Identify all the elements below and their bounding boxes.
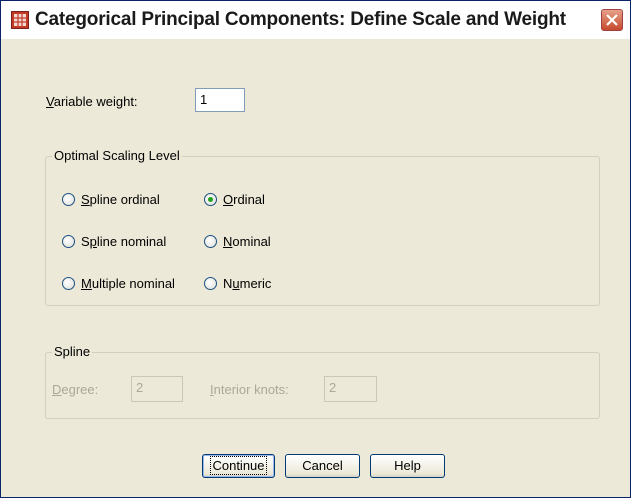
radio-spline-ordinal[interactable]: Spline ordinal [62,192,160,207]
radio-button-icon[interactable] [62,235,75,248]
radio-ordinal[interactable]: Ordinal [204,192,265,207]
help-button[interactable]: Help [370,454,445,478]
optimal-scaling-group: Optimal Scaling Level Spline ordinal Ord… [45,148,600,306]
window-title: Categorical Principal Components: Define… [35,9,566,30]
continue-button[interactable]: Continue [202,454,275,478]
degree-input: 2 [131,376,183,402]
radio-button-icon[interactable] [62,277,75,290]
radio-nominal-label: Nominal [223,234,271,249]
radio-spline-ordinal-label: Spline ordinal [81,192,160,207]
radio-nominal[interactable]: Nominal [204,234,271,249]
optimal-scaling-title: Optimal Scaling Level [52,148,182,163]
radio-numeric[interactable]: Numeric [204,276,271,291]
radio-multiple-nominal[interactable]: Multiple nominal [62,276,175,291]
radio-button-icon[interactable] [62,193,75,206]
title-bar: Categorical Principal Components: Define… [1,1,630,39]
spline-group: Spline Degree: 2 Interior knots: 2 [45,344,600,419]
variable-weight-label: Variable weight: [46,94,138,109]
degree-label: Degree: [52,382,99,397]
variable-weight-input[interactable]: 1 [195,88,245,112]
radio-button-selected-icon[interactable] [204,193,217,206]
radio-spline-nominal[interactable]: Spline nominal [62,234,166,249]
spss-grid-icon [11,11,29,29]
dialog-window: Categorical Principal Components: Define… [0,0,631,498]
close-icon [606,14,618,26]
interior-knots-label: Interior knots: [210,382,289,397]
dialog-body: Variable weight: 1 Optimal Scaling Level… [9,39,622,491]
close-button[interactable] [601,9,623,31]
radio-multiple-nominal-label: Multiple nominal [81,276,175,291]
radio-numeric-label: Numeric [223,276,272,291]
radio-spline-nominal-label: Spline nominal [81,234,167,249]
radio-button-icon[interactable] [204,277,217,290]
radio-button-icon[interactable] [204,235,217,248]
cancel-button[interactable]: Cancel [285,454,360,478]
spline-title: Spline [52,344,93,359]
radio-ordinal-label: Ordinal [223,192,265,207]
interior-knots-input: 2 [324,376,377,402]
